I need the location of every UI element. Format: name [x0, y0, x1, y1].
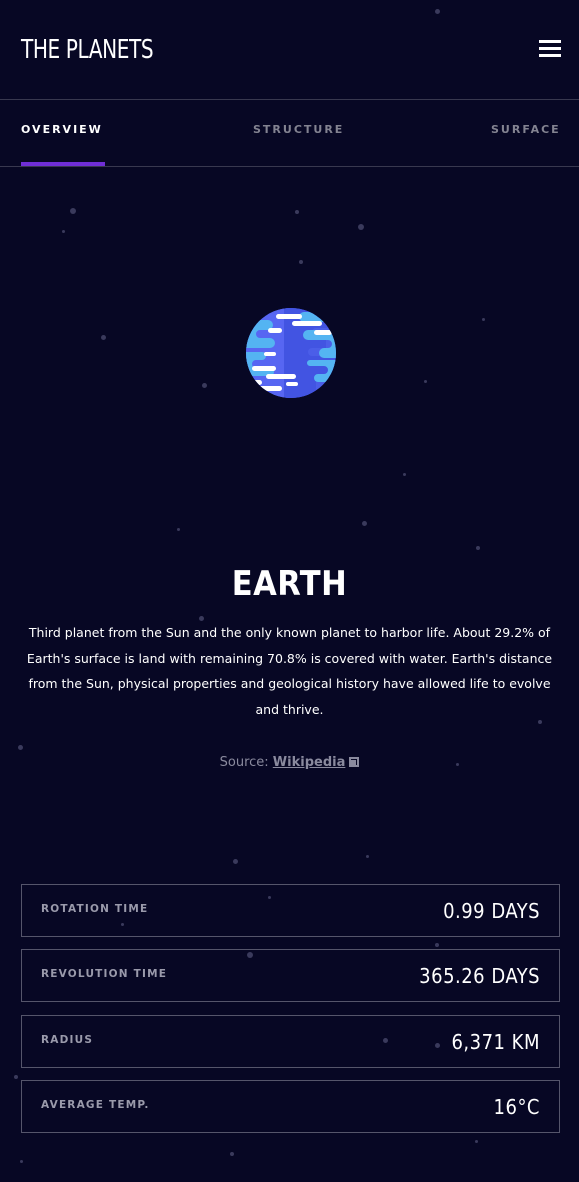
site-logo[interactable]: THE PLANETS — [21, 34, 154, 66]
planet-description: Third planet from the Sun and the only k… — [26, 625, 553, 718]
planet-tabs: OVERVIEW STRUCTURE SURFACE — [0, 100, 579, 167]
stat-label: ROTATION TIME — [41, 903, 149, 915]
wikipedia-link[interactable]: Wikipedia — [273, 755, 346, 770]
stat-label: REVOLUTION TIME — [41, 968, 168, 980]
stat-value: 0.99 DAYS — [443, 899, 540, 923]
stat-average-temp: AVERAGE TEMP. 16°C — [21, 1080, 560, 1133]
tab-surface[interactable]: SURFACE — [491, 100, 561, 166]
stat-revolution-time: REVOLUTION TIME 365.26 DAYS — [21, 949, 560, 1002]
planet-name: EARTH — [231, 564, 348, 604]
stat-label: AVERAGE TEMP. — [41, 1099, 150, 1111]
external-link-icon[interactable] — [349, 757, 360, 767]
hamburger-menu-icon[interactable] — [539, 40, 561, 57]
stat-value: 365.26 DAYS — [419, 964, 540, 988]
site-header: THE PLANETS — [0, 0, 579, 100]
tab-structure[interactable]: STRUCTURE — [253, 100, 344, 166]
stat-radius: RADIUS 6,371 KM — [21, 1015, 560, 1068]
source-line: Source: Wikipedia — [0, 753, 579, 773]
stat-value: 6,371 KM — [451, 1030, 540, 1054]
stat-value: 16°C — [493, 1095, 540, 1119]
stat-label: RADIUS — [41, 1034, 94, 1046]
earth-planet-image — [246, 308, 336, 398]
stat-rotation-time: ROTATION TIME 0.99 DAYS — [21, 884, 560, 937]
source-label: Source: — [219, 755, 269, 770]
tab-overview[interactable]: OVERVIEW — [21, 100, 105, 166]
